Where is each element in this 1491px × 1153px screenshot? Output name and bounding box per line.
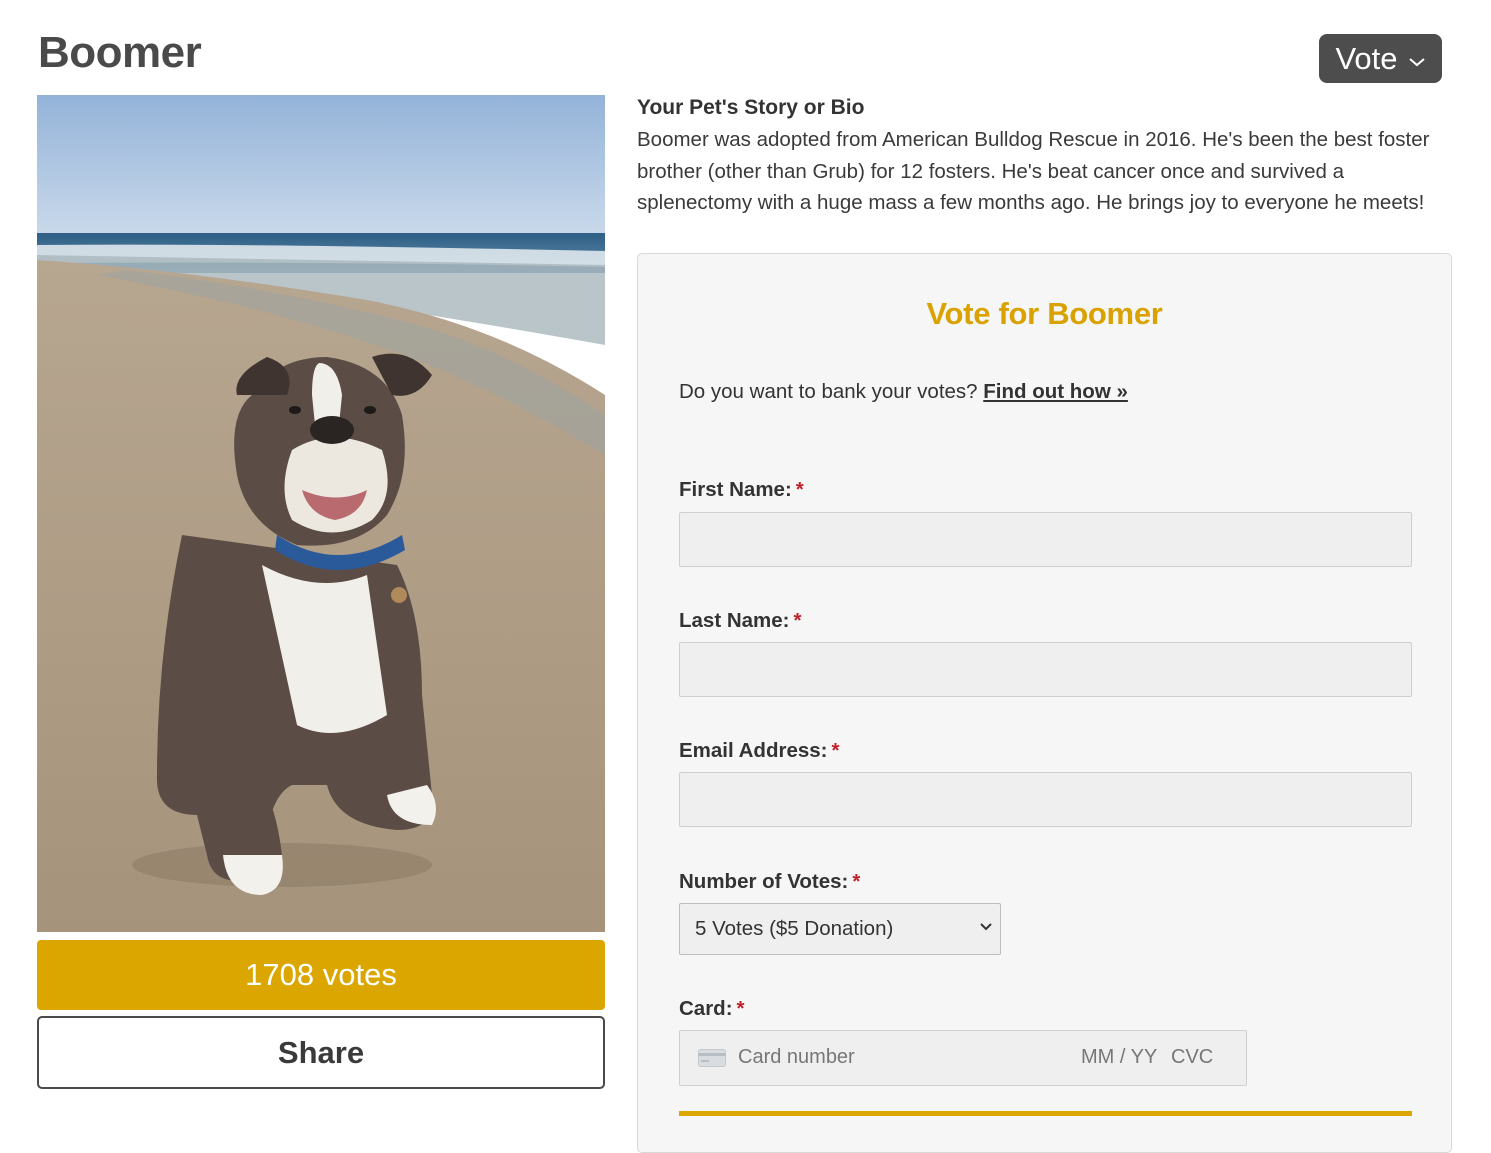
required-marker: * [852, 870, 861, 893]
first-name-label-text: First Name: [679, 478, 792, 501]
vote-count-badge: 1708 votes [37, 940, 605, 1010]
required-marker: * [795, 478, 804, 501]
number-of-votes-select[interactable]: 5 Votes ($5 Donation) [679, 903, 1001, 955]
vote-button-label: Vote [1335, 40, 1398, 76]
page-title: Boomer [38, 28, 202, 77]
share-button[interactable]: Share [37, 1016, 605, 1089]
number-of-votes-label-text: Number of Votes: [679, 870, 849, 893]
email-label: Email Address: * [679, 739, 839, 763]
required-marker: * [793, 609, 802, 632]
first-name-label: First Name: * [679, 478, 804, 502]
card-input[interactable]: Card number MM / YY CVC [679, 1030, 1247, 1086]
chevron-down-icon [980, 923, 992, 931]
last-name-label-text: Last Name: [679, 609, 790, 632]
credit-card-icon [698, 1049, 726, 1067]
bank-votes-text: Do you want to bank your votes? Find out… [679, 380, 1128, 404]
first-name-input[interactable] [679, 512, 1412, 567]
bank-votes-question: Do you want to bank your votes? [679, 380, 978, 403]
bio-text: Boomer was adopted from American Bulldog… [637, 128, 1430, 214]
chevron-down-icon [1408, 57, 1425, 66]
card-number-placeholder: Card number [738, 1046, 855, 1068]
email-input[interactable] [679, 772, 1412, 827]
card-cvc-placeholder: CVC [1171, 1046, 1214, 1068]
last-name-input[interactable] [679, 642, 1412, 697]
vote-form-panel: Vote for Boomer Do you want to bank your… [637, 253, 1452, 1153]
number-of-votes-value: 5 Votes ($5 Donation) [695, 917, 894, 940]
bio-heading: Your Pet's Story or Bio [637, 96, 865, 119]
required-marker: * [736, 997, 745, 1020]
card-label: Card: * [679, 997, 745, 1021]
card-label-text: Card: [679, 997, 733, 1020]
pet-photo [37, 95, 605, 932]
card-expiry-placeholder: MM / YY [1081, 1046, 1158, 1068]
number-of-votes-label: Number of Votes: * [679, 870, 860, 894]
vote-form-title: Vote for Boomer [926, 296, 1163, 331]
vote-dropdown-button[interactable]: Vote [1319, 34, 1442, 83]
bio-section: Your Pet's Story or Bio Boomer was adopt… [637, 96, 1452, 219]
required-marker: * [831, 739, 840, 762]
find-out-how-link[interactable]: Find out how » [983, 380, 1128, 403]
submit-divider [679, 1111, 1412, 1116]
email-label-text: Email Address: [679, 739, 828, 762]
last-name-label: Last Name: * [679, 609, 802, 633]
